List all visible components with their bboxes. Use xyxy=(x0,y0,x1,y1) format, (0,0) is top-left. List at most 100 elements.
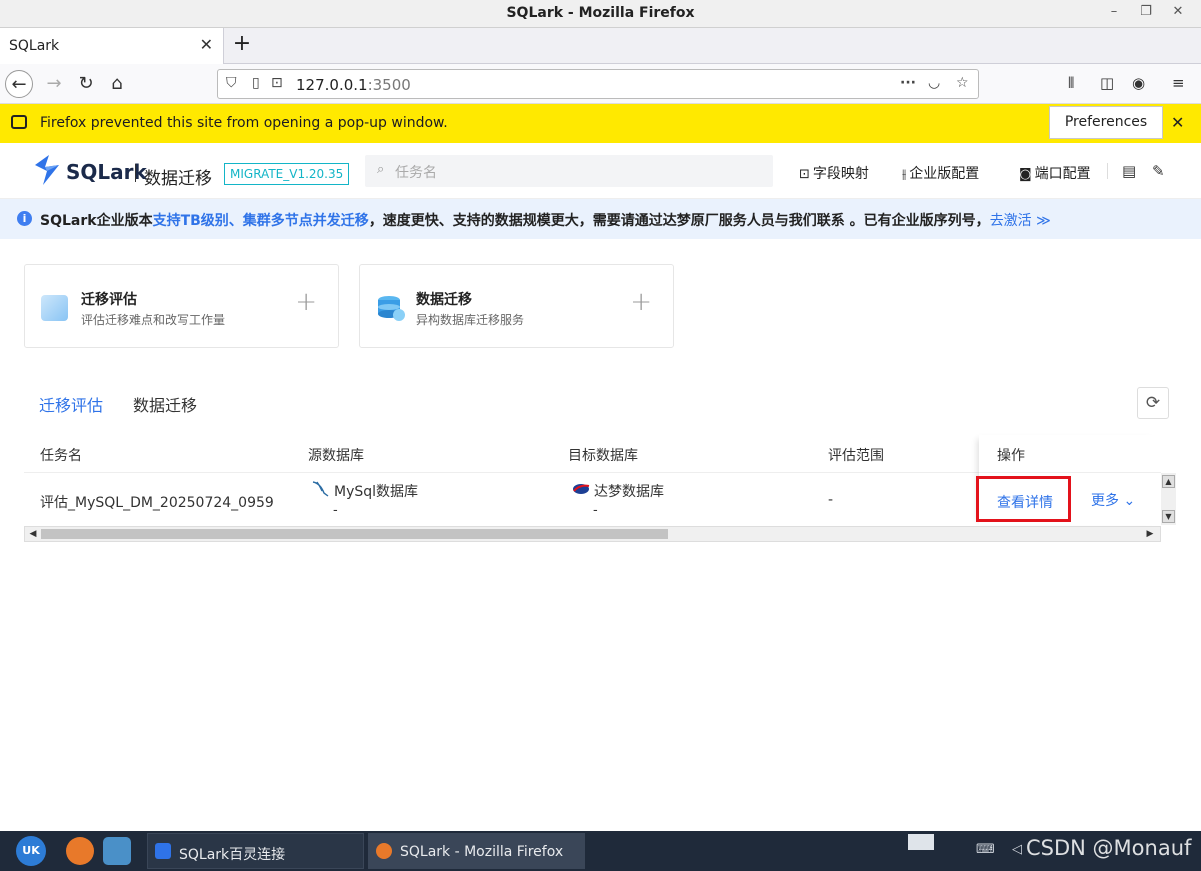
logo-divider xyxy=(135,164,136,182)
popup-blocked-icon xyxy=(11,115,27,129)
taskbar-item-sqlark-client[interactable]: SQLark百灵连接 xyxy=(147,833,364,869)
task-label: SQLark百灵连接 xyxy=(179,847,286,863)
url-host: 127.0.0.1 xyxy=(296,76,368,94)
sqlark-logo-icon xyxy=(35,155,59,185)
search-icon: ⌕ xyxy=(377,162,385,177)
file-manager-icon[interactable] xyxy=(103,837,131,865)
task-search-input[interactable]: ⌕ 任务名 xyxy=(365,155,773,187)
task-name-cell: 评估_MySQL_DM_20250724_0959 xyxy=(40,495,274,511)
popup-blocked-bar: Firefox prevented this site from opening… xyxy=(0,104,1201,143)
page-actions-icon[interactable]: ··· xyxy=(900,75,916,91)
firefox-app-icon xyxy=(376,843,392,859)
home-icon[interactable]: ⌂ xyxy=(103,70,131,98)
start-menu-icon[interactable]: UK xyxy=(16,836,46,866)
col-task-name: 任务名 xyxy=(40,448,82,464)
vertical-scrollbar[interactable]: ▲ ▼ xyxy=(1161,473,1176,525)
add-icon[interactable]: + xyxy=(295,287,317,317)
col-scope: 评估范围 xyxy=(828,448,884,464)
keyboard-icon[interactable]: ⌨ xyxy=(976,842,995,857)
document-icon[interactable]: ▤ xyxy=(1122,162,1136,180)
source-db-cell: MySql数据库 xyxy=(334,484,419,500)
close-window-icon[interactable]: ✕ xyxy=(1168,4,1188,19)
menu-icon[interactable]: ≡ xyxy=(1172,74,1185,92)
refresh-button[interactable]: ⟳ xyxy=(1137,387,1169,419)
mysql-icon xyxy=(312,481,329,497)
minimize-icon[interactable]: – xyxy=(1104,4,1124,19)
forward-icon[interactable]: → xyxy=(40,70,68,98)
tab-title: SQLark xyxy=(9,38,60,54)
url-bar[interactable]: ⛉ ▯ ⊡ 127.0.0.1:3500 ··· ◡ ☆ xyxy=(217,69,979,99)
browser-tab[interactable]: SQLark ✕ xyxy=(0,28,224,64)
field-mapping-label: 字段映射 xyxy=(812,166,869,182)
more-dropdown[interactable]: 更多 ⌄ xyxy=(1091,490,1135,510)
desktop-icon[interactable] xyxy=(908,834,934,850)
account-icon[interactable]: ◉ xyxy=(1132,74,1145,92)
version-badge: MIGRATE_V1.20.35 xyxy=(224,163,350,185)
port-config-label: 端口配置 xyxy=(1034,166,1091,182)
shield-icon[interactable]: ⛉ xyxy=(226,75,237,91)
library-icon[interactable]: ⫴ xyxy=(1068,74,1074,92)
dameng-icon xyxy=(573,484,590,494)
preferences-button[interactable]: Preferences xyxy=(1049,106,1163,139)
port-icon: ◙ xyxy=(1019,167,1032,182)
horizontal-scrollbar[interactable]: ◀ ▶ xyxy=(24,526,1161,542)
nav-bar: ← → ↻ ⌂ ⛉ ▯ ⊡ 127.0.0.1:3500 ··· ◡ ☆ ⫴ ◫… xyxy=(0,64,1201,104)
edit-icon[interactable]: ✎ xyxy=(1152,162,1165,180)
firefox-launcher-icon[interactable] xyxy=(66,837,94,865)
chevron-down-icon: ⌄ xyxy=(1123,493,1136,509)
tab-data-migration[interactable]: 数据迁移 xyxy=(133,392,197,416)
scroll-down-icon[interactable]: ▼ xyxy=(1162,510,1175,523)
connection-icon[interactable]: ⊡ xyxy=(271,75,283,91)
reload-icon[interactable]: ↻ xyxy=(72,70,100,98)
url-port: :3500 xyxy=(367,76,411,94)
app-name: 数据迁移 xyxy=(144,169,212,189)
tab-close-icon[interactable]: ✕ xyxy=(200,35,213,54)
enterprise-banner: i SQLark企业版本支持TB级别、集群多节点并发迁移，速度更快、支持的数据规… xyxy=(0,199,1201,239)
col-target-db: 目标数据库 xyxy=(568,448,638,464)
field-mapping-link[interactable]: ⊡ 字段映射 xyxy=(799,163,869,183)
window-titlebar: SQLark - Mozilla Firefox – ❐ ✕ xyxy=(0,0,1201,28)
enterprise-config-link[interactable]: ⫲ 企业版配置 xyxy=(902,163,979,183)
activate-link[interactable]: 去激活 ≫ xyxy=(990,213,1051,229)
banner-text: SQLark企业版本支持TB级别、集群多节点并发迁移，速度更快、支持的数据规模更… xyxy=(40,210,1051,230)
target-db-cell: 达梦数据库 xyxy=(594,484,664,500)
tab-strip: SQLark ✕ + xyxy=(0,28,1201,64)
database-icon xyxy=(378,296,405,321)
app-header: SQLark 数据迁移 MIGRATE_V1.20.35 ⌕ 任务名 ⊡ 字段映射… xyxy=(0,143,1201,199)
popup-message: Firefox prevented this site from opening… xyxy=(40,115,448,131)
source-sub-cell: - xyxy=(333,503,338,518)
highlight-annotation xyxy=(976,476,1071,522)
banner-highlight: 支持TB级别、集群多节点并发迁移 xyxy=(152,213,369,229)
bookmark-star-icon[interactable]: ☆ xyxy=(956,75,969,91)
banner-middle: ，速度更快、支持的数据规模更大，需要请通过达梦原厂服务人员与我们联系 。已有企业… xyxy=(368,213,990,229)
watermark: CSDN @Monauf xyxy=(1026,836,1192,860)
back-icon[interactable]: ← xyxy=(5,70,33,98)
taskbar-item-firefox[interactable]: SQLark - Mozilla Firefox xyxy=(368,833,585,869)
page-icon: ▯ xyxy=(252,75,260,91)
assessment-icon xyxy=(41,295,68,321)
tab-migration-assessment[interactable]: 迁移评估 xyxy=(39,392,103,416)
window-title: SQLark - Mozilla Firefox xyxy=(506,5,695,21)
port-config-link[interactable]: ◙ 端口配置 xyxy=(1019,163,1091,183)
add-icon[interactable]: + xyxy=(630,287,652,317)
url-text: 127.0.0.1:3500 xyxy=(296,76,411,94)
new-tab-icon[interactable]: + xyxy=(230,31,254,56)
scroll-up-icon[interactable]: ▲ xyxy=(1162,475,1175,488)
taskbar: UK SQLark百灵连接 SQLark - Mozilla Firefox ⌨… xyxy=(0,831,1201,871)
data-migration-card[interactable]: 数据迁移 异构数据库迁移服务 + xyxy=(359,264,674,348)
sqlark-app-icon xyxy=(155,843,171,859)
volume-icon[interactable]: ◁ xyxy=(1012,842,1022,857)
col-source-db: 源数据库 xyxy=(308,448,364,464)
scroll-thumb[interactable] xyxy=(41,529,668,539)
maximize-icon[interactable]: ❐ xyxy=(1136,4,1156,19)
pocket-icon[interactable]: ◡ xyxy=(928,75,940,91)
migration-assessment-card[interactable]: 迁移评估 评估迁移难点和改写工作量 + xyxy=(24,264,339,348)
card-desc: 评估迁移难点和改写工作量 xyxy=(81,313,226,327)
more-label: 更多 xyxy=(1091,493,1119,509)
popup-close-icon[interactable]: ✕ xyxy=(1171,113,1184,132)
banner-prefix: SQLark企业版本 xyxy=(40,213,153,229)
sidebar-icon[interactable]: ◫ xyxy=(1100,74,1114,92)
scroll-left-icon[interactable]: ◀ xyxy=(27,528,39,540)
scroll-right-icon[interactable]: ▶ xyxy=(1144,528,1156,540)
search-placeholder: 任务名 xyxy=(395,165,437,181)
